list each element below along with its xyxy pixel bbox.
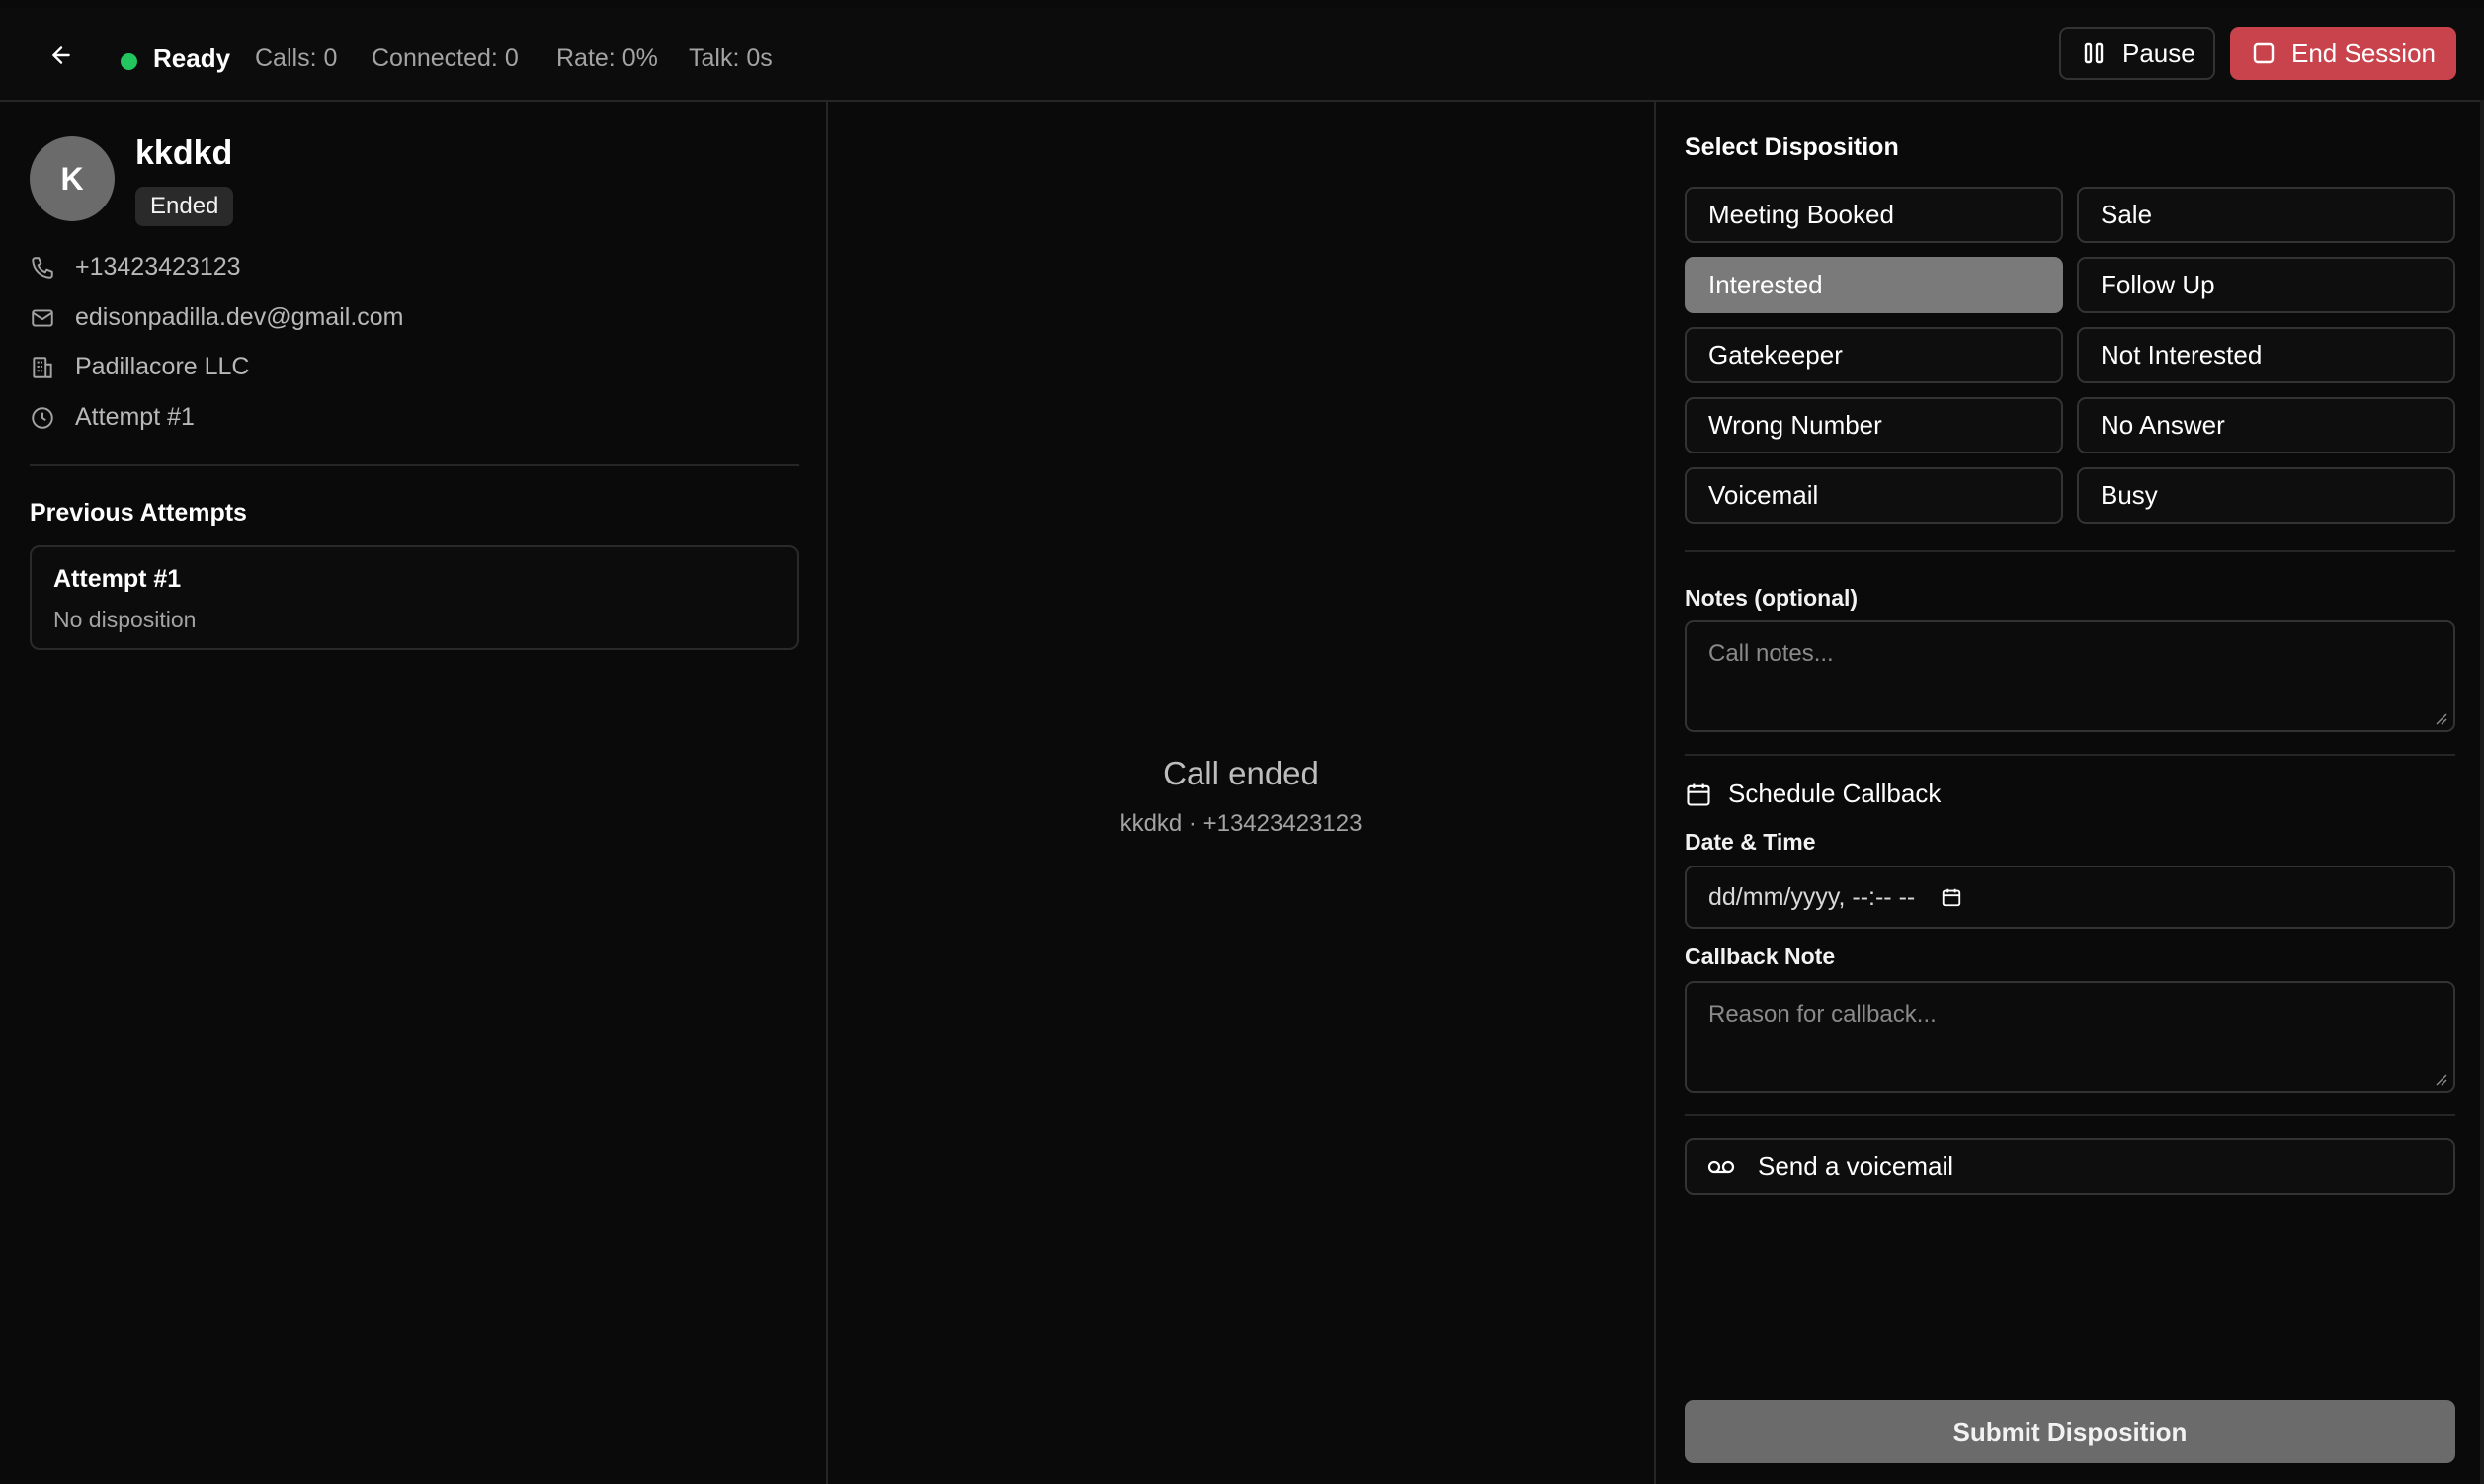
call-status-badge: Ended (135, 187, 234, 226)
attempt-card-disposition: No disposition (53, 607, 197, 632)
status-dot (121, 53, 137, 70)
column-divider-right (1654, 100, 1656, 1484)
disposition-label: Wrong Number (1708, 410, 1882, 440)
disposition-not-interested[interactable]: Not Interested (2077, 327, 2455, 383)
voicemail-icon (1707, 1160, 1735, 1173)
pause-icon (2084, 42, 2104, 64)
contact-divider (30, 464, 799, 466)
arrow-left-icon (52, 46, 70, 64)
calendar-picker-icon[interactable] (1941, 886, 1962, 908)
disposition-label: Meeting Booked (1708, 200, 1894, 229)
end-session-label: End Session (2291, 38, 2436, 68)
pause-button[interactable]: Pause (2059, 27, 2215, 80)
session-toolbar: Ready Calls: 0 Connected: 0 Rate: 0% Tal… (0, 8, 2484, 102)
attempt-card[interactable]: Attempt #1 No disposition (30, 545, 799, 650)
disposition-meeting-booked[interactable]: Meeting Booked (1685, 187, 2063, 243)
disposition-wrong-number[interactable]: Wrong Number (1685, 397, 2063, 453)
contact-phone: +13423423123 (75, 253, 241, 281)
clock-icon (32, 406, 53, 429)
callback-divider (1685, 1114, 2455, 1116)
disposition-divider (1685, 550, 2455, 552)
pause-label: Pause (2122, 38, 2195, 68)
calendar-icon (1687, 783, 1710, 806)
connected-stat: Connected: 0 (372, 44, 519, 72)
disposition-label: Sale (2101, 200, 2153, 229)
submit-disposition-button[interactable]: Submit Disposition (1685, 1400, 2455, 1463)
schedule-callback-header: Schedule Callback (1685, 779, 1941, 809)
disposition-busy[interactable]: Busy (2077, 467, 2455, 524)
disposition-label: Not Interested (2101, 340, 2263, 370)
disposition-interested[interactable]: Interested (1685, 257, 2063, 313)
contact-email: edisonpadilla.dev@gmail.com (75, 303, 404, 331)
disposition-label: Voicemail (1708, 480, 1819, 510)
disposition-label: No Answer (2101, 410, 2225, 440)
building-icon (33, 356, 52, 378)
end-session-button[interactable]: End Session (2230, 27, 2456, 80)
notes-placeholder: Call notes... (1708, 640, 1834, 667)
attempt-card-title: Attempt #1 (53, 565, 182, 593)
mail-icon (32, 308, 53, 327)
contact-company: Padillacore LLC (75, 353, 250, 380)
call-status-subtitle: kkdkd · +13423423123 (1119, 810, 1363, 837)
disposition-label: Interested (1708, 270, 1823, 299)
window-edge (2480, 100, 2484, 1484)
send-voicemail-label: Send a voicemail (1758, 1151, 1953, 1181)
stop-square-icon (2253, 42, 2275, 64)
contact-company-row: Padillacore LLC (30, 353, 250, 381)
talk-stat: Talk: 0s (689, 44, 773, 72)
phone-icon (32, 256, 53, 279)
disposition-follow-up[interactable]: Follow Up (2077, 257, 2455, 313)
notes-textarea[interactable]: Call notes... (1685, 620, 2455, 732)
notes-label: Notes (optional) (1685, 585, 1859, 611)
disposition-label: Gatekeeper (1708, 340, 1843, 370)
contact-attempt: Attempt #1 (75, 403, 195, 431)
resize-handle-icon[interactable] (2434, 1072, 2447, 1086)
contact-attempt-row: Attempt #1 (30, 403, 195, 432)
date-time-label: Date & Time (1685, 829, 1816, 855)
disposition-no-answer[interactable]: No Answer (2077, 397, 2455, 453)
back-button[interactable] (43, 38, 79, 73)
send-voicemail-button[interactable]: Send a voicemail (1685, 1138, 2455, 1195)
contact-email-row: edisonpadilla.dev@gmail.com (30, 303, 404, 332)
disposition-sale[interactable]: Sale (2077, 187, 2455, 243)
resize-handle-icon[interactable] (2434, 711, 2447, 725)
previous-attempts-title: Previous Attempts (30, 499, 247, 527)
avatar: K (30, 136, 115, 221)
disposition-gatekeeper[interactable]: Gatekeeper (1685, 327, 2063, 383)
calls-stat: Calls: 0 (255, 44, 338, 72)
callback-note-textarea[interactable]: Reason for callback... (1685, 981, 2455, 1093)
status-label: Ready (153, 43, 231, 73)
disposition-voicemail[interactable]: Voicemail (1685, 467, 2063, 524)
contact-phone-row: +13423423123 (30, 253, 241, 282)
callback-datetime-input[interactable]: dd/mm/yyyy, --:-- -- (1685, 866, 2455, 929)
callback-note-label: Callback Note (1685, 944, 1836, 969)
call-status-title: Call ended (1163, 755, 1319, 791)
schedule-callback-title: Schedule Callback (1728, 779, 1942, 808)
disposition-label: Follow Up (2101, 270, 2215, 299)
contact-name: kkdkd (135, 134, 233, 172)
disposition-title: Select Disposition (1685, 133, 1899, 161)
datetime-value: dd/mm/yyyy, --:-- -- (1708, 882, 1916, 911)
notes-divider (1685, 754, 2455, 756)
callback-note-placeholder: Reason for callback... (1708, 1001, 1937, 1028)
disposition-label: Busy (2101, 480, 2158, 510)
rate-stat: Rate: 0% (556, 44, 658, 72)
